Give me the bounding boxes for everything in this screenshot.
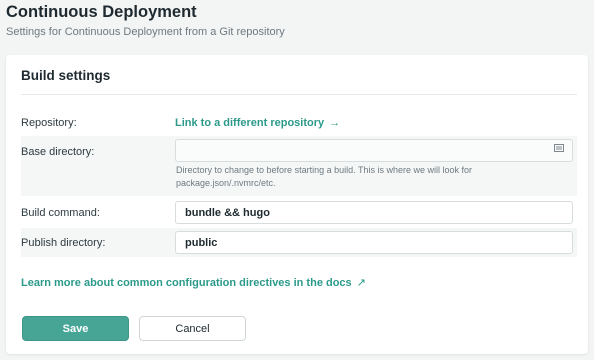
folder-list-icon[interactable] bbox=[554, 144, 564, 152]
docs-link-text: Learn more about common configuration di… bbox=[21, 277, 352, 289]
page-subtitle: Settings for Continuous Deployment from … bbox=[6, 26, 285, 38]
external-link-icon: ↗ bbox=[356, 277, 366, 289]
build-command-label: Build command: bbox=[21, 207, 100, 219]
build-command-input[interactable] bbox=[175, 201, 573, 224]
repository-row: Repository: Link to a different reposito… bbox=[21, 111, 577, 135]
base-directory-label: Base directory: bbox=[21, 146, 95, 158]
publish-directory-input[interactable] bbox=[175, 231, 573, 254]
link-repository-text: Link to a different repository bbox=[175, 117, 325, 129]
build-settings-card: Build settings Repository: Link to a dif… bbox=[6, 55, 588, 354]
publish-directory-label: Publish directory: bbox=[21, 237, 106, 249]
publish-directory-row: Publish directory: bbox=[21, 228, 577, 257]
base-directory-input[interactable] bbox=[175, 139, 573, 162]
repository-label: Repository: bbox=[21, 117, 77, 129]
base-directory-row: Base directory: Directory to change to b… bbox=[21, 136, 577, 196]
link-repository-link[interactable]: Link to a different repository → bbox=[175, 117, 340, 129]
base-directory-hint: Directory to change to before starting a… bbox=[176, 165, 472, 188]
arrow-right-icon: → bbox=[329, 117, 341, 129]
divider bbox=[21, 94, 577, 95]
save-button[interactable]: Save bbox=[22, 316, 129, 341]
build-command-row: Build command: bbox=[21, 198, 577, 227]
page-title: Continuous Deployment bbox=[6, 3, 197, 21]
cancel-button[interactable]: Cancel bbox=[139, 316, 246, 341]
docs-link[interactable]: Learn more about common configuration di… bbox=[21, 276, 366, 289]
card-title: Build settings bbox=[21, 68, 111, 83]
